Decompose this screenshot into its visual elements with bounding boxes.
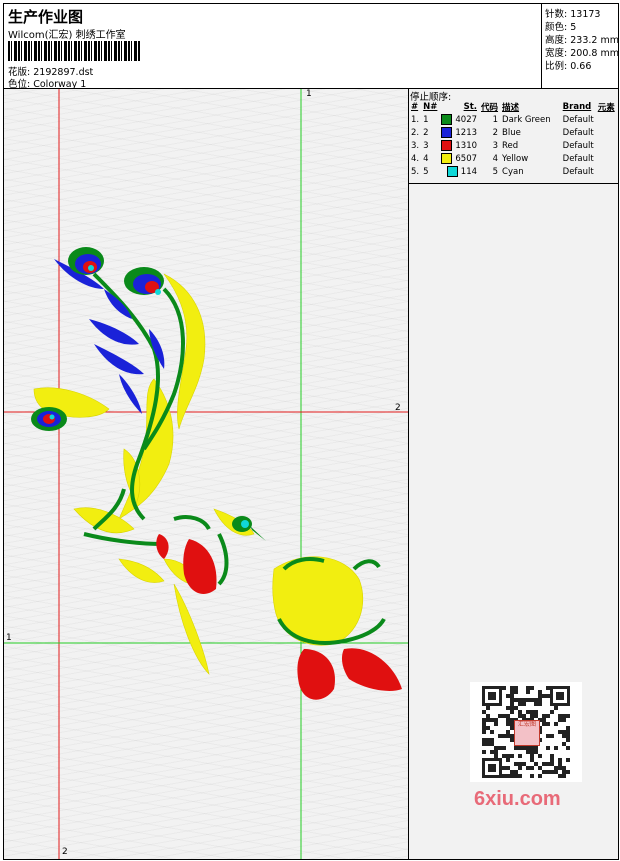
bird-head <box>232 516 266 541</box>
row-brand: Default <box>562 153 594 164</box>
row-st: 6507 <box>439 152 479 165</box>
row-element <box>596 126 617 139</box>
row-element <box>596 152 617 165</box>
row-code: 5 <box>492 166 499 177</box>
row-brand: Default <box>562 114 594 125</box>
qr-center-badge: 汇宏图 <box>514 720 540 746</box>
color-swatch <box>441 153 453 164</box>
panel-divider <box>409 183 618 184</box>
row-n: 3 <box>423 140 429 151</box>
table-row: 4. 4 6507 4 Yellow Default <box>409 152 617 165</box>
design-artwork <box>4 89 408 859</box>
row-num: 1. <box>411 114 420 125</box>
row-num: 2. <box>411 127 420 138</box>
table-row: 5. 5 114 5 Cyan Default <box>409 165 617 178</box>
col-brand: Brand <box>562 101 592 112</box>
stop-sequence-table: # N# St. 代码 描述 Brand 元素 1. 1 4027 1 Dark Gre… <box>409 100 617 178</box>
color-count: 颜色: 5 <box>545 22 577 33</box>
col-code: 代码 <box>481 102 499 113</box>
row-desc: Red <box>502 140 519 151</box>
color-swatch <box>441 140 453 151</box>
sheet-title: 生产作业图 <box>8 8 84 26</box>
col-num: # <box>411 101 419 112</box>
embroidery-preview: 1 2 1 2 <box>4 89 408 859</box>
row-brand: Default <box>562 127 594 138</box>
row-desc: Blue <box>502 127 521 138</box>
qr-code: 汇宏图 <box>470 682 582 782</box>
company-name: Wilcom(汇宏) 刺绣工作室 <box>8 30 126 41</box>
table-row: 1. 1 4027 1 Dark Green Default <box>409 113 617 126</box>
header-info: 生产作业图 Wilcom(汇宏) 刺绣工作室 花版: 2192897.dst 色… <box>4 4 541 90</box>
row-st: 1213 <box>439 126 479 139</box>
guide-label-red-h: 2 <box>395 403 401 413</box>
col-n: N# <box>423 101 438 112</box>
col-st: St. <box>463 101 478 112</box>
row-brand: Default <box>562 140 594 151</box>
row-code: 2 <box>492 127 499 138</box>
row-element <box>596 139 617 152</box>
row-element <box>596 113 617 126</box>
row-n: 4 <box>423 153 429 164</box>
table-row: 3. 3 1310 3 Red Default <box>409 139 617 152</box>
design-height: 高度: 233.2 mm <box>545 35 619 46</box>
color-swatch <box>446 166 458 177</box>
row-desc: Dark Green <box>502 114 551 125</box>
row-st: 114 <box>439 165 479 178</box>
row-code: 4 <box>492 153 499 164</box>
row-n: 1 <box>423 114 429 125</box>
color-swatch <box>441 127 453 138</box>
yellow-plumes <box>33 273 364 675</box>
guide-label-red-v: 2 <box>62 847 68 857</box>
table-header-row: # N# St. 代码 描述 Brand 元素 <box>409 100 617 113</box>
row-st: 1310 <box>439 139 479 152</box>
stitch-count: 针数: 13173 <box>545 9 601 20</box>
design-width: 宽度: 200.8 mm <box>545 48 619 59</box>
row-code: 1 <box>492 114 499 125</box>
row-brand: Default <box>562 166 594 177</box>
col-desc: 描述 <box>502 102 520 113</box>
barcode <box>8 41 140 61</box>
guide-label-green-h: 1 <box>6 633 12 643</box>
row-num: 4. <box>411 153 420 164</box>
design-scale: 比例: 0.66 <box>545 61 592 72</box>
row-n: 5 <box>423 166 429 177</box>
row-num: 3. <box>411 140 420 151</box>
design-stats: 针数: 13173 颜色: 5 高度: 233.2 mm 宽度: 200.8 m… <box>541 4 619 88</box>
row-desc: Cyan <box>502 166 524 177</box>
table-row: 2. 2 1213 2 Blue Default <box>409 126 617 139</box>
color-swatch <box>441 114 453 125</box>
row-code: 3 <box>492 140 499 151</box>
guide-label-top: 1 <box>306 89 312 99</box>
row-element <box>596 165 617 178</box>
col-element: 元素 <box>597 102 615 113</box>
row-desc: Yellow <box>502 153 529 164</box>
site-watermark: 6xiu.com <box>474 788 561 810</box>
row-n: 2 <box>423 127 429 138</box>
row-st: 4027 <box>439 113 479 126</box>
row-num: 5. <box>411 166 420 177</box>
